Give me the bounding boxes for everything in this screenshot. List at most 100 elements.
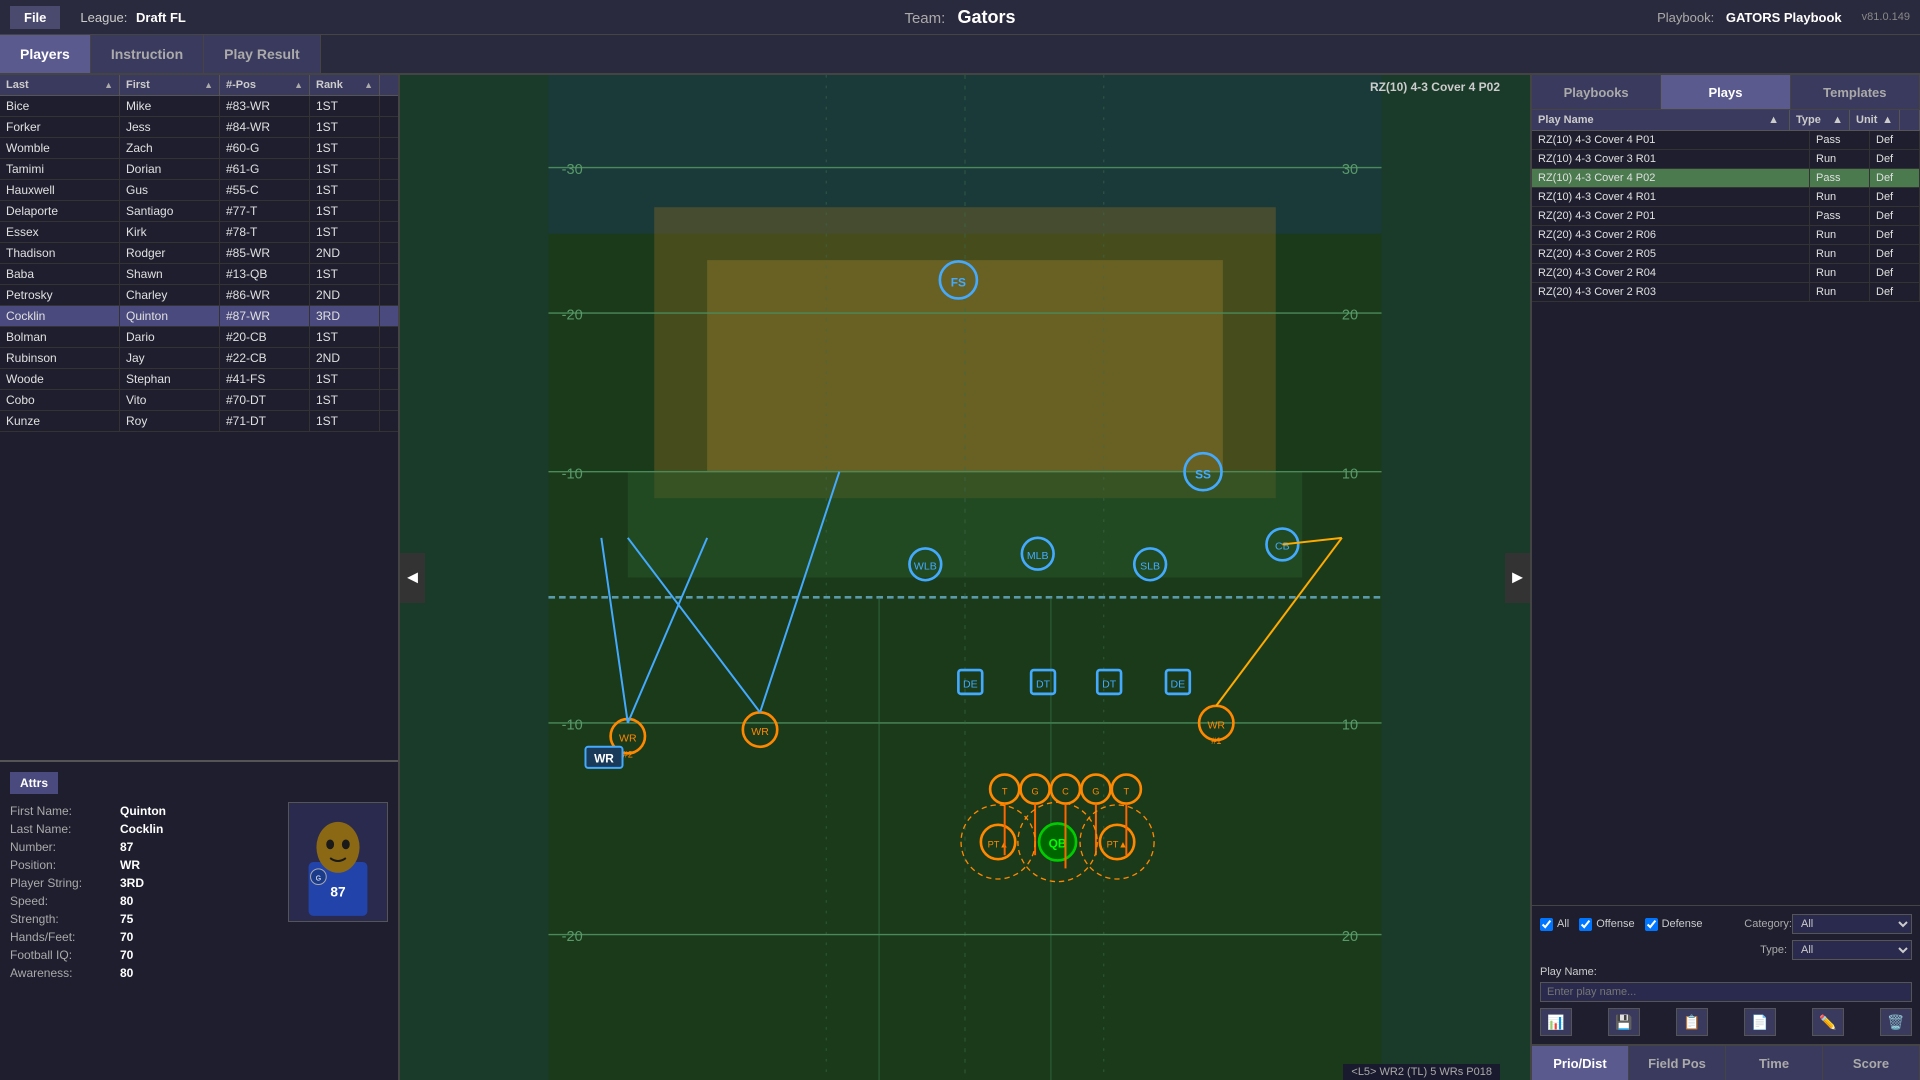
play-col-header-unit[interactable]: Unit ▲ [1850,110,1900,130]
play-cell-name: RZ(10) 4-3 Cover 4 P01 [1532,131,1810,149]
right-panel: Playbooks Plays Templates Play Name ▲ Ty… [1530,75,1920,1080]
player-cell-rank: 1ST [310,138,380,158]
player-cell-first: Jess [120,117,220,137]
filter-check-offense[interactable]: Offense [1579,918,1634,931]
svg-text:G: G [1031,786,1038,796]
filter-check-all[interactable]: All [1540,918,1569,931]
play-cell-unit: Def [1870,207,1920,225]
play-cell-name: RZ(10) 4-3 Cover 4 P02 [1532,169,1810,187]
bottom-tab-time[interactable]: Time [1726,1046,1823,1080]
svg-text:FS: FS [951,276,966,290]
play-cell-type: Run [1810,245,1870,263]
play-row[interactable]: RZ(20) 4-3 Cover 2 R04 Run Def [1532,264,1920,283]
right-tab-plays[interactable]: Plays [1661,75,1790,109]
checkbox-offense[interactable] [1579,918,1592,931]
svg-text:C: C [1062,786,1069,796]
play-row[interactable]: RZ(10) 4-3 Cover 4 R01 Run Def [1532,188,1920,207]
tab-instruction[interactable]: Instruction [91,35,204,73]
play-cell-unit: Def [1870,226,1920,244]
player-cell-last: Tamimi [0,159,120,179]
player-cell-last: Hauxwell [0,180,120,200]
chart-button[interactable]: 📊 [1540,1008,1572,1036]
play-cell-name: RZ(20) 4-3 Cover 2 R04 [1532,264,1810,282]
right-tab-templates[interactable]: Templates [1791,75,1920,109]
player-row[interactable]: Delaporte Santiago #77-T 1ST [0,201,398,222]
play-row[interactable]: RZ(10) 4-3 Cover 4 P02 Pass Def [1532,169,1920,188]
player-cell-first: Kirk [120,222,220,242]
bottom-tab-prio-dist[interactable]: Prio/Dist [1532,1046,1629,1080]
edit-button[interactable]: ✏️ [1812,1008,1844,1036]
player-cell-pos: #13-QB [220,264,310,284]
svg-text:G: G [316,876,321,883]
paste-button[interactable]: 📄 [1744,1008,1776,1036]
play-name-label: Play Name: [1540,966,1912,978]
svg-text:WR: WR [619,732,637,744]
field-nav-right[interactable]: ► [1505,553,1530,603]
col-header-rank[interactable]: Rank ▲ [310,75,380,95]
bottom-tab-score[interactable]: Score [1823,1046,1920,1080]
player-cell-pos: #22-CB [220,348,310,368]
player-row[interactable]: Tamimi Dorian #61-G 1ST [0,159,398,180]
player-row[interactable]: Forker Jess #84-WR 1ST [0,117,398,138]
copy-button[interactable]: 📋 [1676,1008,1708,1036]
checkbox-defense[interactable] [1645,918,1658,931]
svg-text:10: 10 [1342,718,1358,734]
col-header-pos[interactable]: #-Pos ▲ [220,75,310,95]
tab-players[interactable]: Players [0,35,91,73]
player-row[interactable]: Thadison Rodger #85-WR 2ND [0,243,398,264]
player-row[interactable]: Bice Mike #83-WR 1ST [0,96,398,117]
category-label: Category: [1744,918,1792,930]
attr-number-value: 87 [120,840,133,854]
player-row[interactable]: Kunze Roy #71-DT 1ST [0,411,398,432]
col-first-label: First [126,79,150,91]
player-row[interactable]: Hauxwell Gus #55-C 1ST [0,180,398,201]
attr-speed-value: 80 [120,894,133,908]
svg-text:-10: -10 [562,718,583,734]
play-col-header-name[interactable]: Play Name ▲ [1532,110,1790,130]
play-name-input[interactable] [1540,982,1912,1002]
player-row[interactable]: Womble Zach #60-G 1ST [0,138,398,159]
player-cell-pos: #60-G [220,138,310,158]
play-row[interactable]: RZ(20) 4-3 Cover 2 P01 Pass Def [1532,207,1920,226]
attr-awareness-label: Awareness: [10,966,120,980]
team-label: Team: [904,10,945,27]
col-header-last[interactable]: Last ▲ [0,75,120,95]
checkbox-all[interactable] [1540,918,1553,931]
right-tab-playbooks[interactable]: Playbooks [1532,75,1661,109]
play-row[interactable]: RZ(10) 4-3 Cover 4 P01 Pass Def [1532,131,1920,150]
player-row[interactable]: Cocklin Quinton #87-WR 3RD [0,306,398,327]
filter-check-defense[interactable]: Defense [1645,918,1703,931]
tab-play-result[interactable]: Play Result [204,35,320,73]
tab-bar: Players Instruction Play Result [0,35,1920,75]
player-row[interactable]: Cobo Vito #70-DT 1ST [0,390,398,411]
player-cell-rank: 1ST [310,222,380,242]
col-header-first[interactable]: First ▲ [120,75,220,95]
center-field: ◄ ► RZ(10) 4-3 Cover 4 P02 -30 30 -20 [400,75,1530,1080]
delete-button[interactable]: 🗑️ [1880,1008,1912,1036]
player-row[interactable]: Essex Kirk #78-T 1ST [0,222,398,243]
file-button[interactable]: File [10,6,60,29]
player-cell-first: Mike [120,96,220,116]
player-row[interactable]: Woode Stephan #41-FS 1ST [0,369,398,390]
field-nav-left[interactable]: ◄ [400,553,425,603]
player-row[interactable]: Petrosky Charley #86-WR 2ND [0,285,398,306]
play-row[interactable]: RZ(20) 4-3 Cover 2 R05 Run Def [1532,245,1920,264]
category-dropdown[interactable]: All Offense Defense [1792,914,1912,934]
svg-text:#1: #1 [1211,736,1221,746]
player-cell-rank: 1ST [310,96,380,116]
player-cell-last: Forker [0,117,120,137]
play-row[interactable]: RZ(20) 4-3 Cover 2 R06 Run Def [1532,226,1920,245]
player-cell-last: Baba [0,264,120,284]
type-dropdown[interactable]: All Pass Run [1792,940,1912,960]
player-row[interactable]: Bolman Dario #20-CB 1ST [0,327,398,348]
play-row[interactable]: RZ(10) 4-3 Cover 3 R01 Run Def [1532,150,1920,169]
player-row[interactable]: Rubinson Jay #22-CB 2ND [0,348,398,369]
bottom-tab-field-pos[interactable]: Field Pos [1629,1046,1726,1080]
player-cell-pos: #85-WR [220,243,310,263]
play-row[interactable]: RZ(20) 4-3 Cover 2 R03 Run Def [1532,283,1920,302]
save-button[interactable]: 💾 [1608,1008,1640,1036]
player-row[interactable]: Baba Shawn #13-QB 1ST [0,264,398,285]
svg-text:-30: -30 [562,162,583,178]
play-col-header-type[interactable]: Type ▲ [1790,110,1850,130]
header: File League: Draft FL Team: Gators Playb… [0,0,1920,35]
